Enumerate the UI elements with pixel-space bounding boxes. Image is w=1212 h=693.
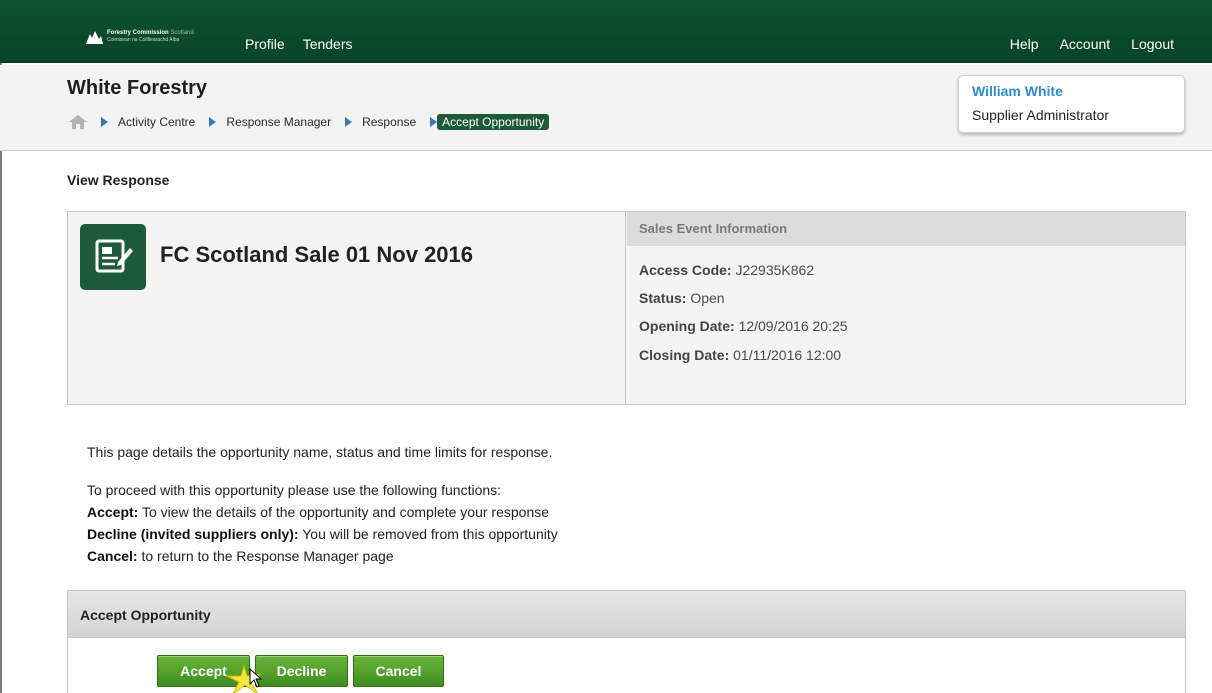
section-title: View Response bbox=[67, 172, 170, 188]
accept-opportunity-heading: Accept Opportunity bbox=[80, 607, 211, 623]
nav-profile-link[interactable]: Profile bbox=[245, 36, 285, 52]
decline-instruction-text: You will be removed from this opportunit… bbox=[302, 526, 558, 542]
accept-button[interactable]: Accept bbox=[157, 655, 250, 687]
breadcrumb-response-manager[interactable]: Response Manager bbox=[226, 115, 331, 129]
breadcrumb-response[interactable]: Response bbox=[362, 115, 416, 129]
cancel-instruction: Cancel: to return to the Response Manage… bbox=[87, 548, 394, 564]
breadcrumb-arrow-icon bbox=[430, 117, 438, 127]
cancel-button[interactable]: Cancel bbox=[353, 655, 444, 687]
opening-date-label: Opening Date: bbox=[639, 318, 735, 334]
accept-instruction: Accept: To view the details of the oppor… bbox=[87, 504, 549, 520]
nav-help-link[interactable]: Help bbox=[1010, 36, 1039, 52]
organisation-title: White Forestry bbox=[67, 77, 208, 99]
nav-logout-link[interactable]: Logout bbox=[1131, 36, 1174, 52]
cancel-instruction-label: Cancel: bbox=[87, 548, 138, 564]
accept-instruction-text: To view the details of the opportunity a… bbox=[142, 504, 550, 520]
access-code-value: J22935K862 bbox=[735, 262, 815, 278]
breadcrumb: Activity Centre Response Manager Respons… bbox=[69, 113, 550, 131]
document-edit-icon bbox=[80, 224, 146, 290]
forestry-commission-logo[interactable]: Forestry Commission Scotland Coimisean n… bbox=[85, 26, 194, 48]
opportunity-title: FC Scotland Sale 01 Nov 2016 bbox=[160, 242, 474, 267]
breadcrumb-accept-opportunity: Accept Opportunity bbox=[437, 114, 550, 130]
logo-name: Forestry Commission bbox=[107, 30, 169, 36]
intro-text: This page details the opportunity name, … bbox=[87, 444, 553, 460]
access-code-row: Access Code: J22935K862 bbox=[639, 262, 814, 278]
closing-date-value: 01/11/2016 12:00 bbox=[733, 347, 842, 363]
opportunity-summary: FC Scotland Sale 01 Nov 2016 bbox=[68, 212, 626, 404]
user-name[interactable]: William White bbox=[972, 83, 1063, 99]
decline-instruction-label: Decline (invited suppliers only): bbox=[87, 526, 299, 542]
sales-event-info: Sales Event Information Access Code: J22… bbox=[627, 212, 1185, 404]
home-icon[interactable] bbox=[69, 115, 87, 129]
closing-date-row: Closing Date: 01/11/2016 12:00 bbox=[639, 347, 841, 363]
accept-opportunity-bar: Accept Opportunity bbox=[67, 590, 1186, 638]
breadcrumb-arrow-icon bbox=[345, 117, 353, 127]
logo-region: Scotland bbox=[170, 30, 194, 36]
status-row: Status: Open bbox=[639, 290, 725, 306]
opportunity-panel: FC Scotland Sale 01 Nov 2016 Sales Event… bbox=[67, 211, 1186, 405]
opening-date-row: Opening Date: 12/09/2016 20:25 bbox=[639, 318, 848, 334]
access-code-label: Access Code: bbox=[639, 262, 732, 278]
logo-gaelic-name: Coimisean na Coilltearachd Alba bbox=[107, 37, 180, 43]
breadcrumb-arrow-icon bbox=[209, 117, 217, 127]
decline-button[interactable]: Decline bbox=[255, 655, 348, 687]
tree-logo-icon bbox=[86, 31, 103, 44]
top-nav-bar: Forestry Commission Scotland Coimisean n… bbox=[0, 0, 1212, 63]
status-value: Open bbox=[690, 290, 725, 306]
breadcrumb-arrow-icon bbox=[101, 117, 108, 127]
user-card[interactable]: William White Supplier Administrator bbox=[958, 75, 1185, 133]
nav-account-link[interactable]: Account bbox=[1060, 36, 1111, 52]
closing-date-label: Closing Date: bbox=[639, 347, 730, 363]
user-role: Supplier Administrator bbox=[972, 107, 1109, 123]
status-label: Status: bbox=[639, 290, 687, 306]
breadcrumb-activity-centre[interactable]: Activity Centre bbox=[118, 115, 195, 129]
proceed-text: To proceed with this opportunity please … bbox=[87, 482, 502, 498]
cancel-instruction-text: to return to the Response Manager page bbox=[141, 548, 394, 564]
decline-instruction: Decline (invited suppliers only): You wi… bbox=[87, 526, 558, 542]
accept-instruction-label: Accept: bbox=[87, 504, 139, 520]
opening-date-value: 12/09/2016 20:25 bbox=[738, 318, 848, 334]
sales-info-heading: Sales Event Information bbox=[627, 212, 1185, 246]
nav-tenders-link[interactable]: Tenders bbox=[303, 36, 353, 52]
